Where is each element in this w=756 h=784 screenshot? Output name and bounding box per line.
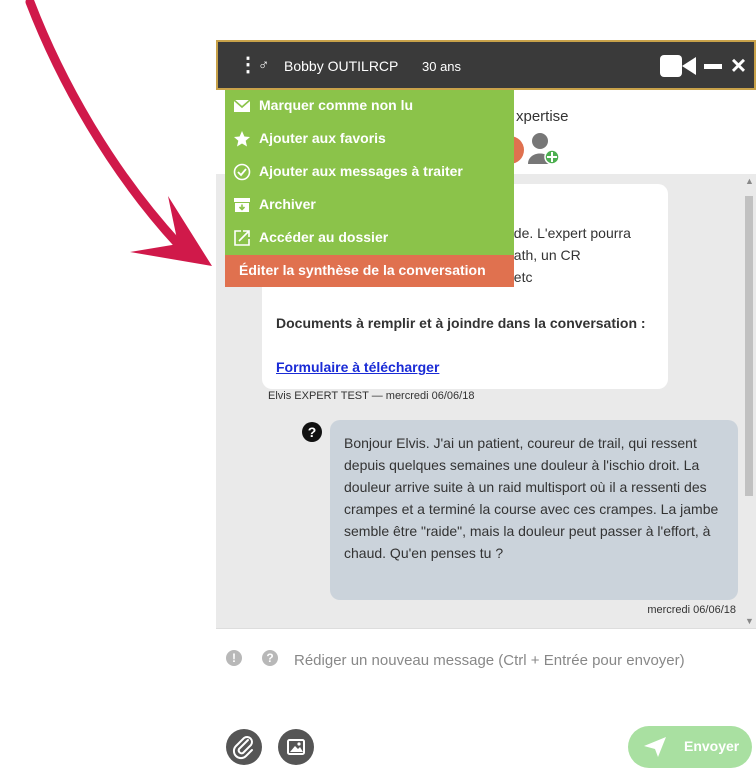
- conversation-context-menu: Marquer comme non lu Ajouter aux favoris…: [225, 90, 514, 287]
- menu-item-label: Accéder au dossier: [259, 229, 389, 245]
- attach-button[interactable]: [226, 729, 262, 765]
- menu-item-archive[interactable]: Archiver: [225, 189, 514, 221]
- patient-age: 30 ans: [422, 59, 462, 74]
- image-icon: [287, 739, 305, 755]
- menu-item-edit-summary[interactable]: Éditer la synthèse de la conversation: [225, 255, 514, 287]
- menu-item-label: Marquer comme non lu: [259, 97, 414, 113]
- menu-item-mark-unread[interactable]: Marquer comme non lu: [225, 90, 514, 122]
- message-bubble: Bonjour Elvis. J'ai un patient, coureur …: [330, 420, 738, 600]
- paperclip-icon: [232, 736, 253, 760]
- scrollbar[interactable]: ▲ ▼: [742, 174, 756, 628]
- question-icon: ?: [302, 422, 322, 442]
- archive-icon: [234, 198, 250, 212]
- scroll-up-icon[interactable]: ▲: [745, 176, 754, 186]
- check-circle-icon: [233, 163, 251, 181]
- paper-plane-icon: [644, 737, 666, 757]
- send-label: Envoyer: [684, 738, 740, 754]
- menu-item-label: Ajouter aux favoris: [259, 130, 386, 146]
- card-text-line: path, un CR: [506, 247, 581, 263]
- message-meta: Elvis EXPERT TEST — mercredi 06/06/18: [268, 390, 475, 402]
- menu-item-label: Archiver: [259, 196, 316, 212]
- close-icon[interactable]: ×: [731, 51, 746, 79]
- menu-item-open-record[interactable]: Accéder au dossier: [225, 222, 514, 254]
- menu-item-add-favorites[interactable]: Ajouter aux favoris: [225, 123, 514, 155]
- message-text: Bonjour Elvis. J'ai un patient, coureur …: [344, 435, 719, 561]
- add-participant-icon[interactable]: [528, 132, 560, 166]
- conversation-title: xpertise: [516, 108, 569, 125]
- menu-item-add-to-process[interactable]: Ajouter aux messages à traiter: [225, 156, 514, 188]
- card-text-line: nde. L'expert pourra: [506, 225, 631, 241]
- message-timestamp: mercredi 06/06/18: [647, 604, 736, 616]
- kebab-menu-icon[interactable]: ⋮: [238, 55, 258, 75]
- warning-icon[interactable]: !: [226, 650, 242, 666]
- open-external-icon: [234, 230, 250, 246]
- video-camera-icon[interactable]: [660, 55, 696, 77]
- help-icon[interactable]: ?: [262, 650, 278, 666]
- send-button[interactable]: Envoyer: [628, 726, 752, 768]
- message-input[interactable]: [292, 647, 736, 673]
- form-download-link[interactable]: Formulaire à télécharger: [276, 356, 439, 378]
- menu-item-label: Ajouter aux messages à traiter: [259, 163, 463, 179]
- scroll-down-icon[interactable]: ▼: [745, 616, 754, 626]
- message-composer: ! ? Envoyer: [216, 628, 756, 784]
- image-button[interactable]: [278, 729, 314, 765]
- menu-item-label: Éditer la synthèse de la conversation: [239, 262, 486, 278]
- minimize-icon[interactable]: [704, 64, 722, 69]
- scrollbar-thumb[interactable]: [745, 196, 753, 496]
- patient-name: Bobby OUTILRCP: [284, 58, 399, 74]
- star-icon: [234, 131, 250, 147]
- envelope-icon: [233, 99, 251, 112]
- documents-heading: Documents à remplir et à joindre dans la…: [276, 315, 646, 331]
- chat-header: ⋮ ♂ Bobby OUTILRCP 30 ans ×: [216, 40, 756, 90]
- annotation-arrow: [25, 0, 212, 266]
- male-gender-icon: ♂: [258, 57, 270, 74]
